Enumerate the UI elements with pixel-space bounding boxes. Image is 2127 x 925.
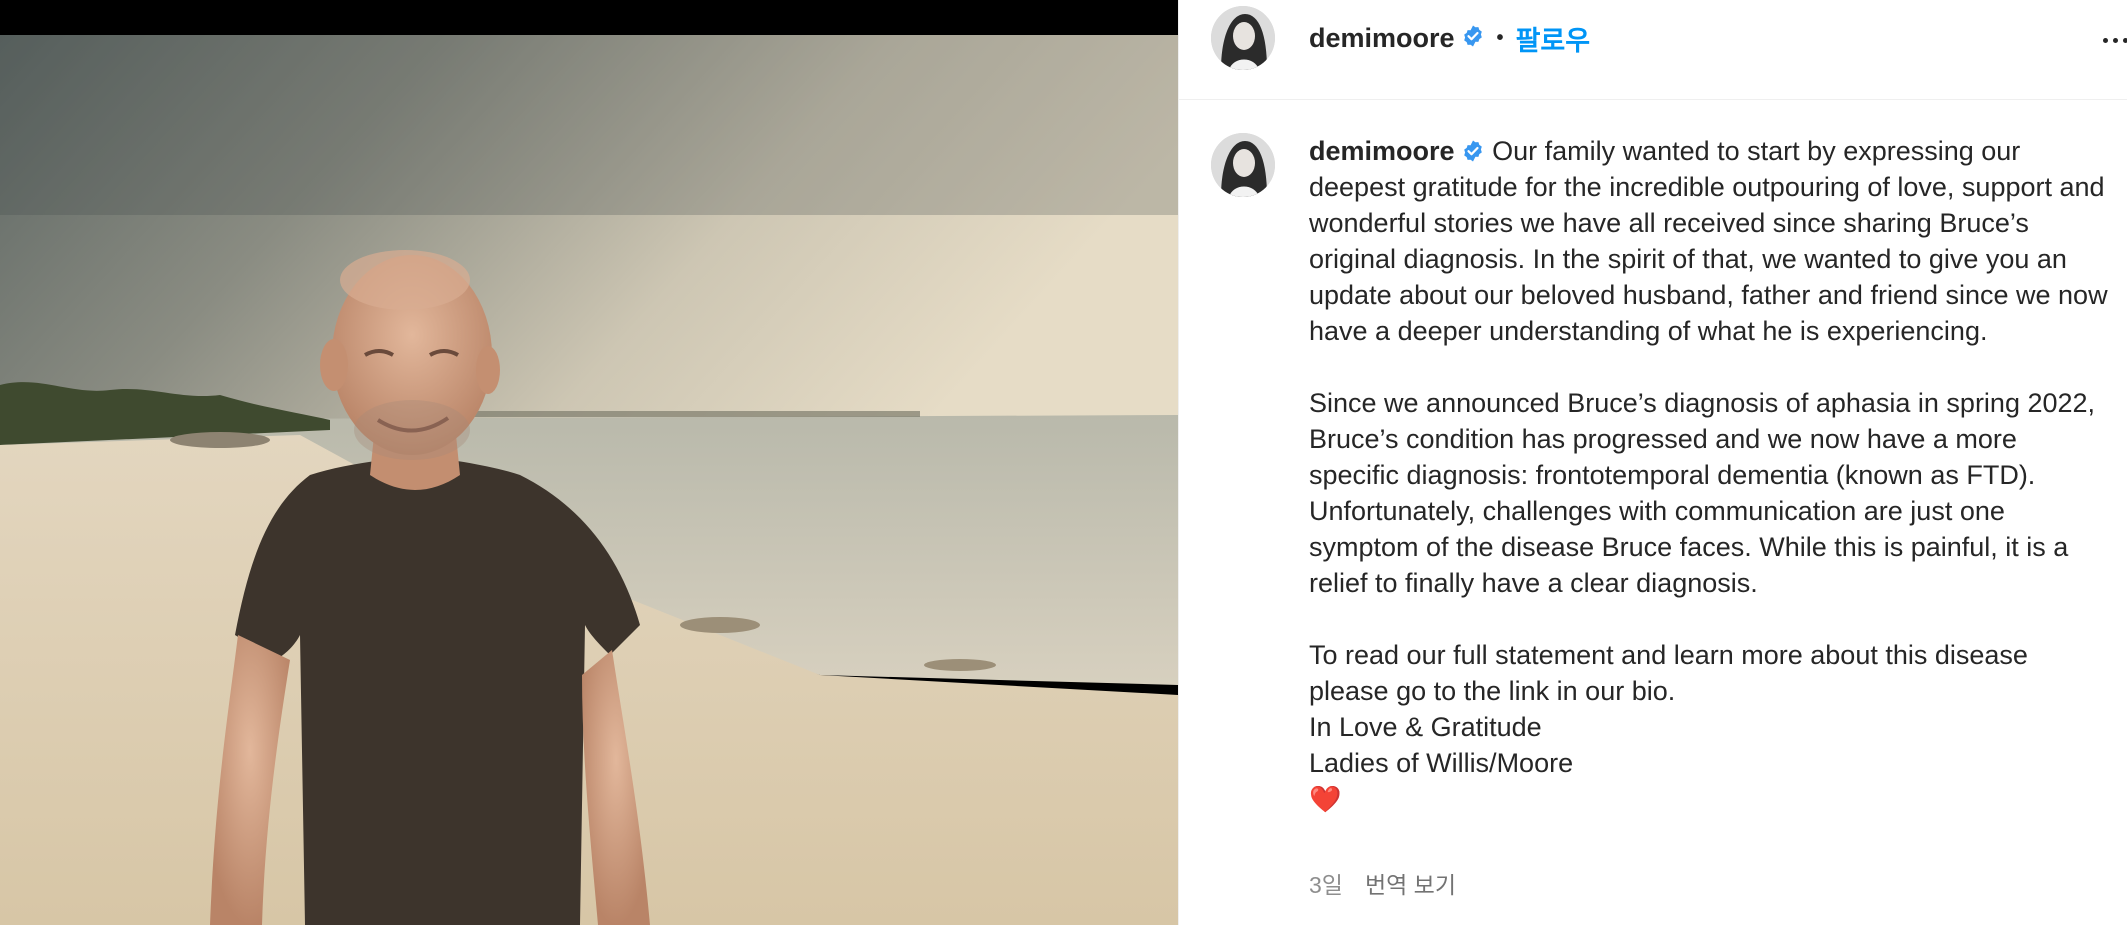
follow-button[interactable]: 팔로우	[1516, 19, 1591, 58]
media-top-bar	[0, 0, 1178, 35]
caption-paragraph: Since we announced Bruce’s diagnosis of …	[1309, 388, 2096, 598]
header-user-info: demimoore • 팔로우	[1309, 18, 1590, 58]
instagram-post-view: demimoore • 팔로우 demimoore Our family wan…	[0, 0, 2127, 925]
avatar-image	[1211, 6, 1275, 70]
more-dot	[2123, 37, 2127, 43]
caption-text: Our family wanted to start by expressing…	[1309, 136, 2108, 346]
more-dot	[2103, 37, 2108, 43]
caption-line: In Love & Gratitude	[1309, 712, 1542, 742]
verified-badge-icon	[1461, 24, 1485, 48]
caption-line: To read our full statement and learn mor…	[1309, 640, 2028, 706]
more-options-icon[interactable]	[2103, 26, 2127, 54]
beach-photo-image	[0, 35, 1178, 925]
heart-emoji: ❤️	[1309, 784, 1342, 814]
post-meta: 3일 번역 보기	[1309, 866, 1456, 900]
post-header: demimoore • 팔로우	[1179, 0, 2127, 100]
verified-badge-icon	[1461, 139, 1485, 163]
header-avatar[interactable]	[1211, 6, 1275, 70]
more-dot	[2113, 37, 2118, 43]
header-separator: •	[1496, 26, 1504, 49]
avatar-image	[1211, 133, 1275, 197]
caption-line: Ladies of Willis/Moore	[1309, 748, 1574, 778]
post-photo[interactable]	[0, 35, 1178, 925]
caption-paragraph: demimoore Our family wanted to start by …	[1309, 133, 2109, 349]
caption-avatar[interactable]	[1211, 133, 1275, 197]
caption-username[interactable]: demimoore	[1309, 136, 1455, 166]
time-ago[interactable]: 3일	[1309, 866, 1343, 900]
post-media	[0, 0, 1178, 925]
header-username[interactable]: demimoore	[1309, 23, 1455, 54]
post-caption: demimoore Our family wanted to start by …	[1309, 133, 2109, 817]
post-side-panel: demimoore • 팔로우 demimoore Our family wan…	[1178, 0, 2127, 925]
translate-button[interactable]: 번역 보기	[1365, 866, 1456, 900]
